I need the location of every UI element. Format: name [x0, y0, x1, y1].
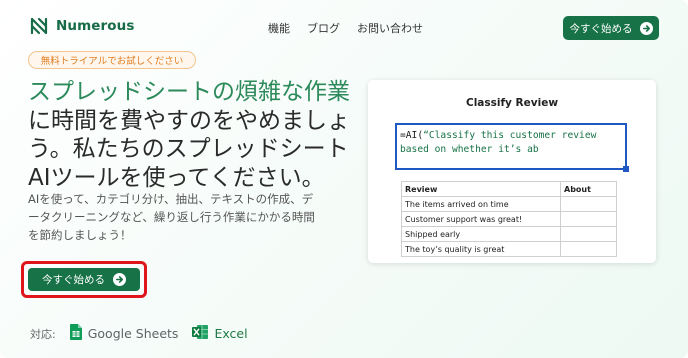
review-cell[interactable]: The toy’s quality is great [401, 241, 561, 257]
table-row: Customer support was great! [401, 211, 617, 227]
review-cell[interactable]: Shipped early [401, 226, 561, 242]
excel-icon [192, 324, 209, 343]
headline-line-4: AIツールを使ってください。 [28, 164, 325, 191]
top-nav: 機能 ブログ お問い合わせ [268, 20, 423, 36]
classify-table: Review About The items arrived on time C… [401, 181, 617, 257]
brand-logo[interactable]: Numerous [30, 17, 135, 35]
header-get-started-label: 今すぐ始める [569, 22, 633, 35]
about-cell[interactable] [560, 196, 617, 212]
hero-subtext: AIを使って、カテゴリ分け、抽出、テキストの作成、デ ータクリーニングなど、繰り… [28, 190, 358, 244]
formula-prefix: =AI( [400, 130, 424, 141]
headline-accent-line: スプレッドシートの煩雑な作業 [28, 79, 350, 105]
cell-fill-handle[interactable] [623, 166, 629, 172]
column-header-about: About [560, 181, 617, 197]
subtext-line-3: を節約しましょう！ [28, 228, 132, 242]
nav-item-blog[interactable]: ブログ [307, 20, 340, 36]
demo-card: Classify Review =AI(“Classify this custo… [368, 80, 656, 263]
about-cell[interactable] [560, 226, 617, 242]
headline-line-2: に時間を費やすのをやめましょ [28, 107, 350, 134]
numerous-logo-icon [30, 17, 48, 35]
table-row: The items arrived on time [401, 196, 617, 212]
subtext-line-2: ータクリーニングなど、繰り返し行う作業にかかる時間 [28, 210, 315, 224]
table-row: The toy’s quality is great [401, 241, 617, 257]
nav-item-contact[interactable]: お問い合わせ [357, 20, 423, 36]
highlight-box: 今すぐ始める [21, 261, 147, 298]
header-get-started-button[interactable]: 今すぐ始める [563, 16, 659, 40]
nav-item-features[interactable]: 機能 [268, 20, 290, 36]
page: Numerous 機能 ブログ お問い合わせ 今すぐ始める 無料トライアルでお試… [0, 0, 688, 358]
arrow-right-icon [113, 273, 126, 286]
excel-label: Excel [214, 326, 248, 341]
formula-input[interactable]: =AI(“Classify this customer review based… [395, 123, 629, 172]
excel-item: Excel [192, 324, 248, 343]
supported-apps: 対応: Google Sheets Excel [30, 324, 248, 343]
table-row: Shipped early [401, 226, 617, 242]
hero-get-started-button[interactable]: 今すぐ始める [28, 268, 140, 291]
arrow-right-icon [639, 21, 653, 35]
column-header-review: Review [401, 181, 561, 197]
free-trial-badge: 無料トライアルでお試しください [28, 51, 196, 69]
google-sheets-icon [69, 324, 82, 343]
review-cell[interactable]: Customer support was great! [401, 211, 561, 227]
formula-line-1: =AI(“Classify this customer review [400, 129, 625, 143]
formula-string-2: based on whether it’s ab [400, 144, 539, 155]
subtext-line-1: AIを使って、カテゴリ分け、抽出、テキストの作成、デ [28, 192, 314, 206]
formula-string-1: “Classify this customer review [423, 130, 597, 141]
brand-name: Numerous [56, 18, 135, 34]
hero-headline: スプレッドシートの煩雑な作業 に時間を費やすのをやめましょ う。私たちのスプレッ… [28, 78, 358, 192]
google-sheets-label: Google Sheets [87, 326, 179, 341]
about-cell[interactable] [560, 241, 617, 257]
about-cell[interactable] [560, 211, 617, 227]
demo-card-title: Classify Review [465, 97, 559, 109]
headline-line-3: う。私たちのスプレッドシート [28, 136, 349, 162]
hero-get-started-label: 今すぐ始める [42, 274, 105, 286]
google-sheets-item: Google Sheets [69, 324, 179, 343]
supported-label: 対応: [30, 327, 56, 341]
table-header-row: Review About [401, 181, 617, 197]
review-cell[interactable]: The items arrived on time [401, 196, 561, 212]
